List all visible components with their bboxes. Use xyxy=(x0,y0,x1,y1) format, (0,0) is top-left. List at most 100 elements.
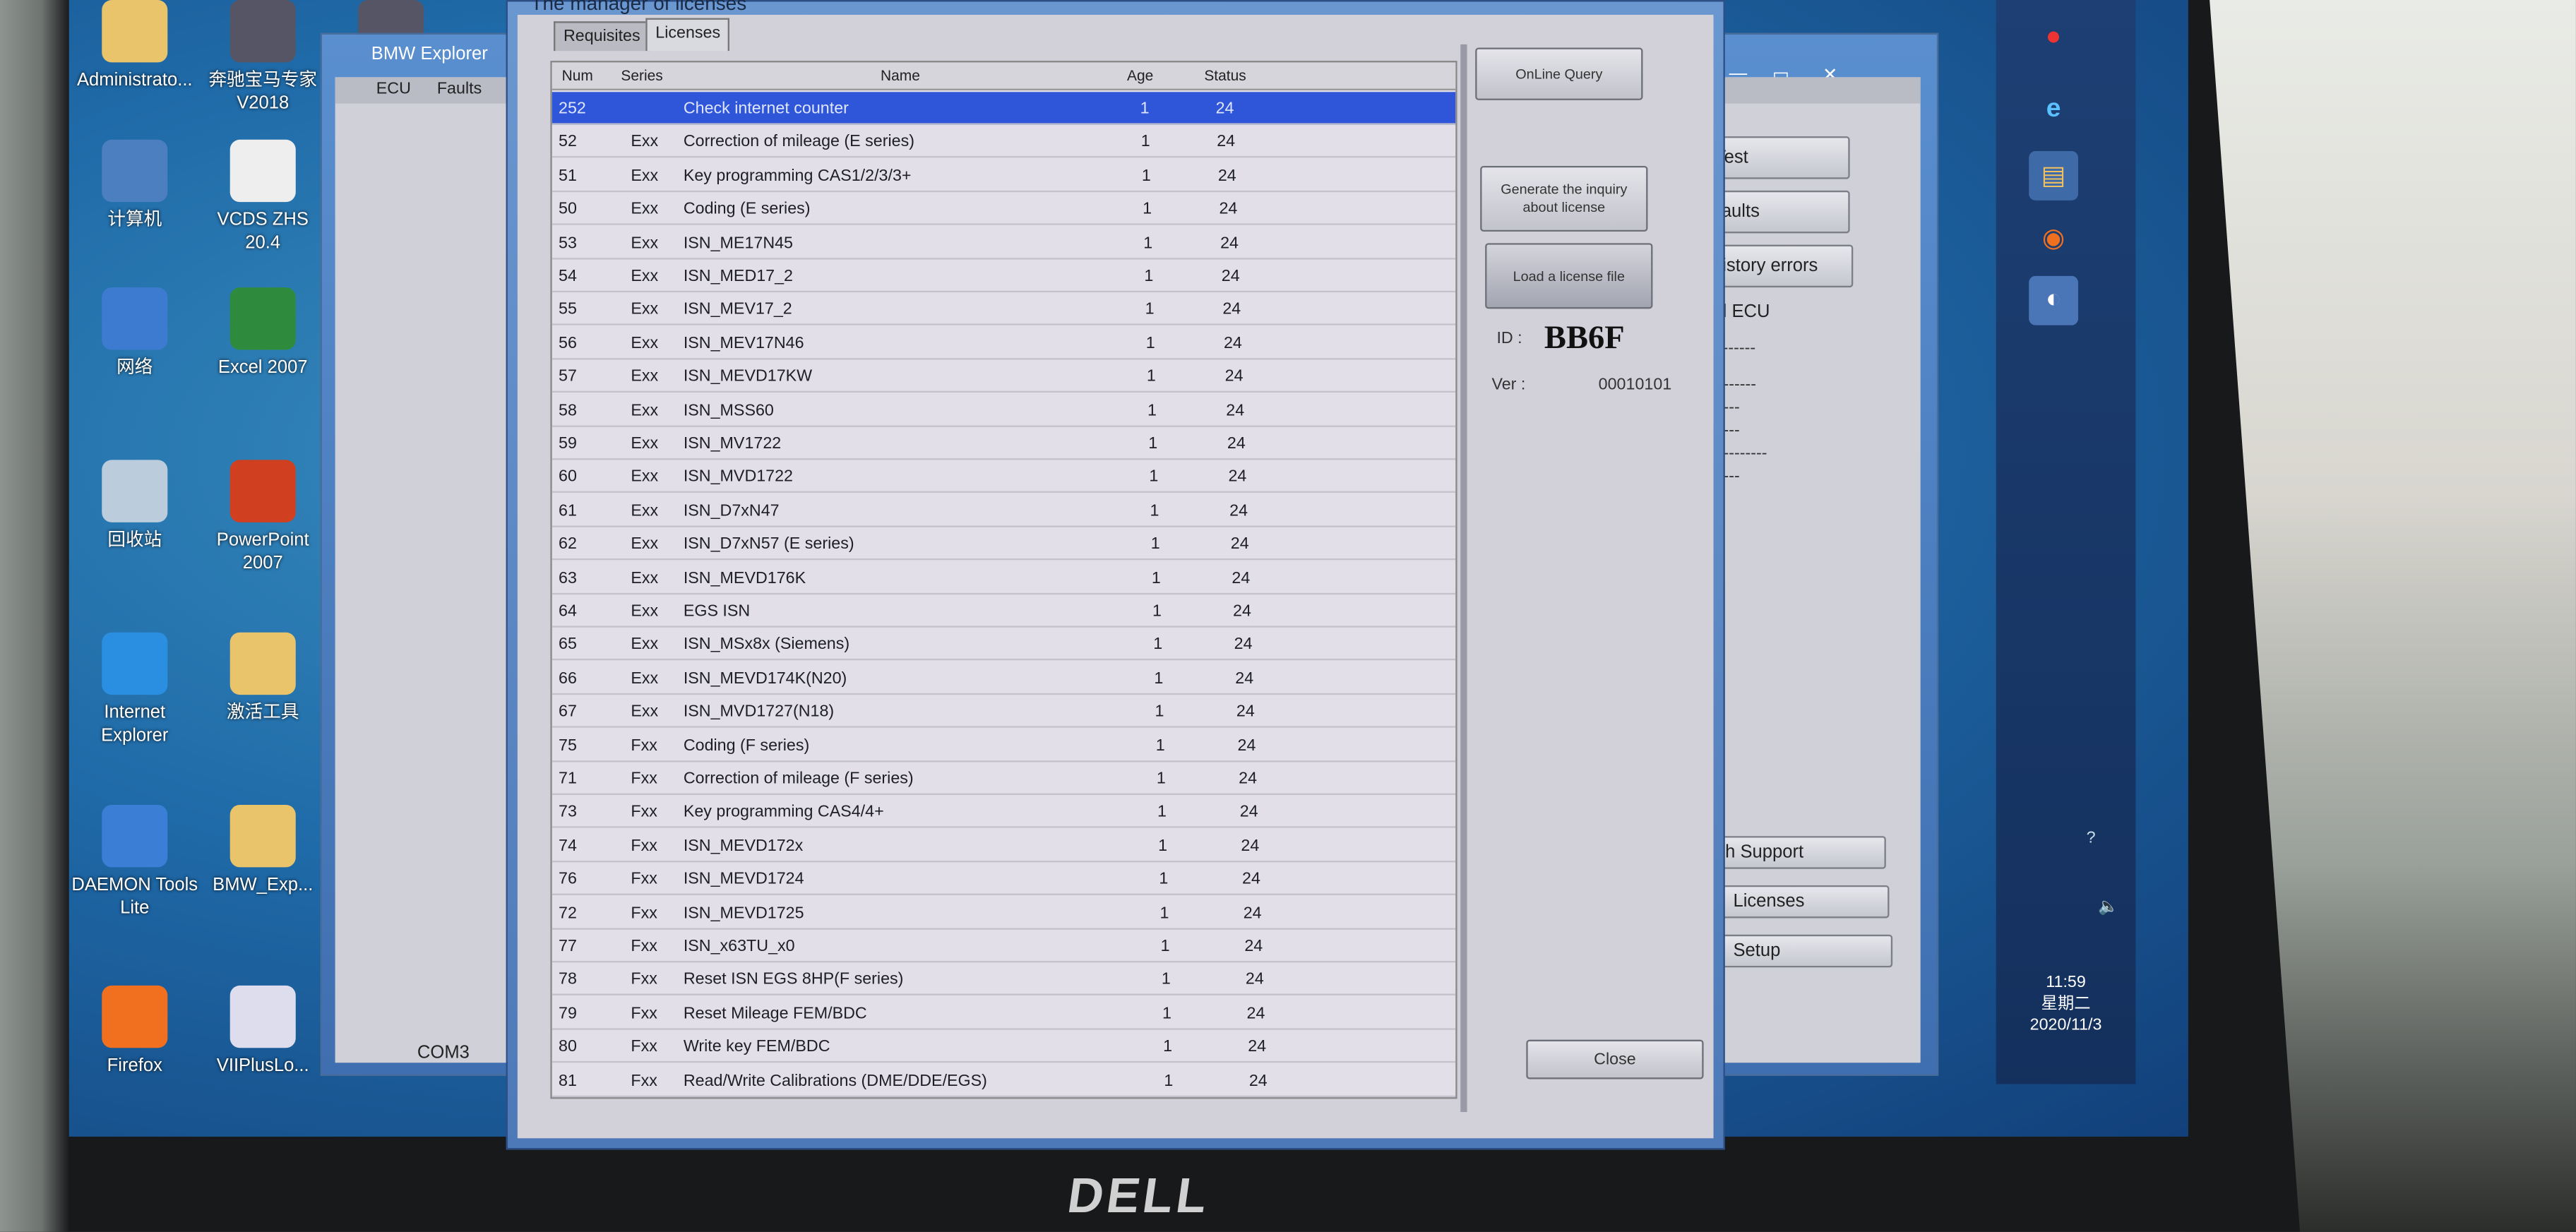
column-series[interactable]: Series xyxy=(621,67,662,83)
table-row[interactable]: 60 Exx ISN_MVD1722 1 24 xyxy=(551,460,1456,494)
table-row[interactable]: 80 Fxx Write key FEM/BDC 1 24 xyxy=(551,1030,1456,1063)
photo-of-laptop-screen: DELL Administrato...奔驰宝马专家 V2018VC计算机VCD… xyxy=(0,0,2576,1232)
cell-series: Exx xyxy=(631,669,659,688)
folder-icon xyxy=(102,0,168,63)
cell-status: 24 xyxy=(1222,301,1241,320)
ver-value: 00010101 xyxy=(1598,376,1672,395)
online-query-button[interactable]: OnLine Query xyxy=(1475,47,1643,100)
column-num[interactable]: Num xyxy=(562,67,593,83)
table-row[interactable]: 50 Exx Coding (E series) 1 24 xyxy=(551,193,1456,226)
column-age[interactable]: Age xyxy=(1127,67,1153,83)
table-row[interactable]: 63 Exx ISN_MEVD176K 1 24 xyxy=(551,561,1456,594)
desktop-icon[interactable]: 计算机 xyxy=(69,139,201,232)
cell-name: Correction of mileage (E series) xyxy=(683,133,914,152)
desktop-icon-label: 奔驰宝马专家 V2018 xyxy=(208,71,318,114)
table-row[interactable]: 74 Fxx ISN_MEVD172x 1 24 xyxy=(551,829,1456,862)
ie-icon[interactable]: e xyxy=(2029,85,2078,135)
table-row[interactable]: 77 Fxx ISN_x63TU_x0 1 24 xyxy=(551,930,1456,963)
tab-licenses[interactable]: Licenses xyxy=(645,18,731,52)
generate-inquiry-button[interactable]: Generate the inquiry about license xyxy=(1480,165,1648,232)
cell-series: Exx xyxy=(631,502,659,521)
table-row[interactable]: 51 Exx Key programming CAS1/2/3/3+ 1 24 xyxy=(551,159,1456,192)
table-row[interactable]: 57 Exx ISN_MEVD17KW 1 24 xyxy=(551,360,1456,393)
desktop-icon-label: Excel 2007 xyxy=(217,358,308,378)
cell-name: Correction of mileage (F series) xyxy=(683,770,914,789)
desktop-icon[interactable]: Internet Explorer xyxy=(69,632,201,748)
clock[interactable]: 11:59 星期二 2020/11/3 xyxy=(1996,972,2136,1036)
desktop-icon[interactable]: Firefox xyxy=(69,985,201,1077)
cell-name: Check internet counter xyxy=(683,100,849,119)
desktop-icon[interactable]: Administrato... xyxy=(69,0,201,92)
desktop-icon-label: 计算机 xyxy=(107,210,162,230)
table-row[interactable]: 76 Fxx ISN_MEVD1724 1 24 xyxy=(551,863,1456,896)
cell-status: 24 xyxy=(1224,368,1244,387)
menu-faults[interactable]: Faults xyxy=(437,80,482,99)
desktop-icon[interactable]: 回收站 xyxy=(69,460,201,551)
table-row[interactable]: 62 Exx ISN_D7xN57 (E series) 1 24 xyxy=(551,527,1456,561)
table-row[interactable]: 54 Exx ISN_MED17_2 1 24 xyxy=(551,260,1456,293)
table-row[interactable]: 66 Exx ISN_MEVD174K(N20) 1 24 xyxy=(551,662,1456,695)
desktop-icon[interactable]: VIIPlusLo... xyxy=(197,985,328,1077)
help-icon[interactable]: ? xyxy=(2087,830,2096,848)
desktop-icon[interactable]: Excel 2007 xyxy=(197,287,328,379)
table-row[interactable]: 67 Exx ISN_MVD1727(N18) 1 24 xyxy=(551,695,1456,729)
desktop-icon-label: 激活工具 xyxy=(227,702,299,723)
volume-icon[interactable]: 🔈 xyxy=(2098,899,2118,917)
cell-num: 76 xyxy=(559,871,577,890)
cell-series: Exx xyxy=(631,569,659,587)
cell-age: 1 xyxy=(1157,803,1167,823)
firefox-icon[interactable]: ● xyxy=(2029,13,2078,63)
desktop-icon[interactable]: VCDS ZHS 20.4 xyxy=(197,139,328,255)
table-row[interactable]: 59 Exx ISN_MV1722 1 24 xyxy=(551,427,1456,460)
firefox-icon[interactable]: ◉ xyxy=(2029,213,2078,263)
cell-series: Fxx xyxy=(631,770,657,789)
cell-num: 74 xyxy=(559,837,577,856)
desktop-icon[interactable]: BMW_Exp... xyxy=(197,804,328,897)
table-row[interactable]: 58 Exx ISN_MSS60 1 24 xyxy=(551,393,1456,426)
table-row[interactable]: 61 Exx ISN_D7xN47 1 24 xyxy=(551,494,1456,527)
cell-age: 1 xyxy=(1163,1038,1173,1057)
cell-age: 1 xyxy=(1145,301,1155,320)
cell-name: Coding (E series) xyxy=(683,201,811,219)
table-row[interactable]: 52 Exx Correction of mileage (E series) 1 24 xyxy=(551,126,1456,159)
shortcut-icon xyxy=(229,0,296,63)
column-status[interactable]: Status xyxy=(1204,67,1246,83)
vcds-icon xyxy=(229,139,296,203)
table-row[interactable]: 79 Fxx Reset Mileage FEM/BDC 1 24 xyxy=(551,997,1456,1030)
table-row[interactable]: 64 Exx EGS ISN 1 24 xyxy=(551,594,1456,628)
desktop-icon[interactable]: PowerPoint 2007 xyxy=(197,460,328,575)
cell-num: 57 xyxy=(559,368,577,387)
desktop-icon-label: 回收站 xyxy=(107,530,162,551)
cell-age: 1 xyxy=(1148,435,1158,454)
bmw-explorer-taskbar-icon[interactable]: ◐ xyxy=(2029,275,2079,325)
table-row[interactable]: 71 Fxx Correction of mileage (F series) 1 24 xyxy=(551,762,1456,796)
tab-requisites[interactable]: Requisites xyxy=(554,21,650,52)
desktop-icon[interactable]: 激活工具 xyxy=(197,632,328,724)
load-license-file-button[interactable]: Load a license file xyxy=(1485,243,1653,309)
table-row[interactable]: 78 Fxx Reset ISN EGS 8HP(F series) 1 24 xyxy=(551,963,1456,996)
table-row[interactable]: 53 Exx ISN_ME17N45 1 24 xyxy=(551,226,1456,259)
close-button[interactable]: Close xyxy=(1526,1039,1704,1080)
table-row[interactable]: 252 Check internet counter 1 24 xyxy=(551,92,1456,125)
table-row[interactable]: 73 Fxx Key programming CAS4/4+ 1 24 xyxy=(551,796,1456,829)
column-name[interactable]: Name xyxy=(881,67,920,83)
table-row[interactable]: 56 Exx ISN_MEV17N46 1 24 xyxy=(551,327,1456,360)
license-manager-dialog: The manager of licenses Requisites Licen… xyxy=(506,0,1725,1150)
cell-age: 1 xyxy=(1149,468,1159,487)
cell-num: 63 xyxy=(559,569,577,587)
cell-name: Key programming CAS4/4+ xyxy=(683,803,884,823)
cell-series: Exx xyxy=(631,636,659,654)
cell-name: ISN_MVD1722 xyxy=(683,468,794,487)
table-row[interactable]: 65 Exx ISN_MSx8x (Siemens) 1 24 xyxy=(551,628,1456,662)
folder-icon[interactable]: ▤ xyxy=(2029,151,2079,201)
table-row[interactable]: 72 Fxx ISN_MEVD1725 1 24 xyxy=(551,896,1456,929)
cell-name: ISN_MEV17N46 xyxy=(683,335,804,353)
table-row[interactable]: 55 Exx ISN_MEV17_2 1 24 xyxy=(551,293,1456,326)
cell-num: 78 xyxy=(559,971,577,990)
table-row[interactable]: 75 Fxx Coding (F series) 1 24 xyxy=(551,729,1456,762)
desktop-icon[interactable]: 奔驰宝马专家 V2018 xyxy=(197,0,328,115)
menu-ecu[interactable]: ECU xyxy=(376,80,411,99)
table-row[interactable]: 81 Fxx Read/Write Calibrations (DME/DDE/EG… xyxy=(551,1064,1456,1097)
desktop-icon[interactable]: 网络 xyxy=(69,287,201,379)
desktop-icon[interactable]: DAEMON Tools Lite xyxy=(69,804,201,920)
